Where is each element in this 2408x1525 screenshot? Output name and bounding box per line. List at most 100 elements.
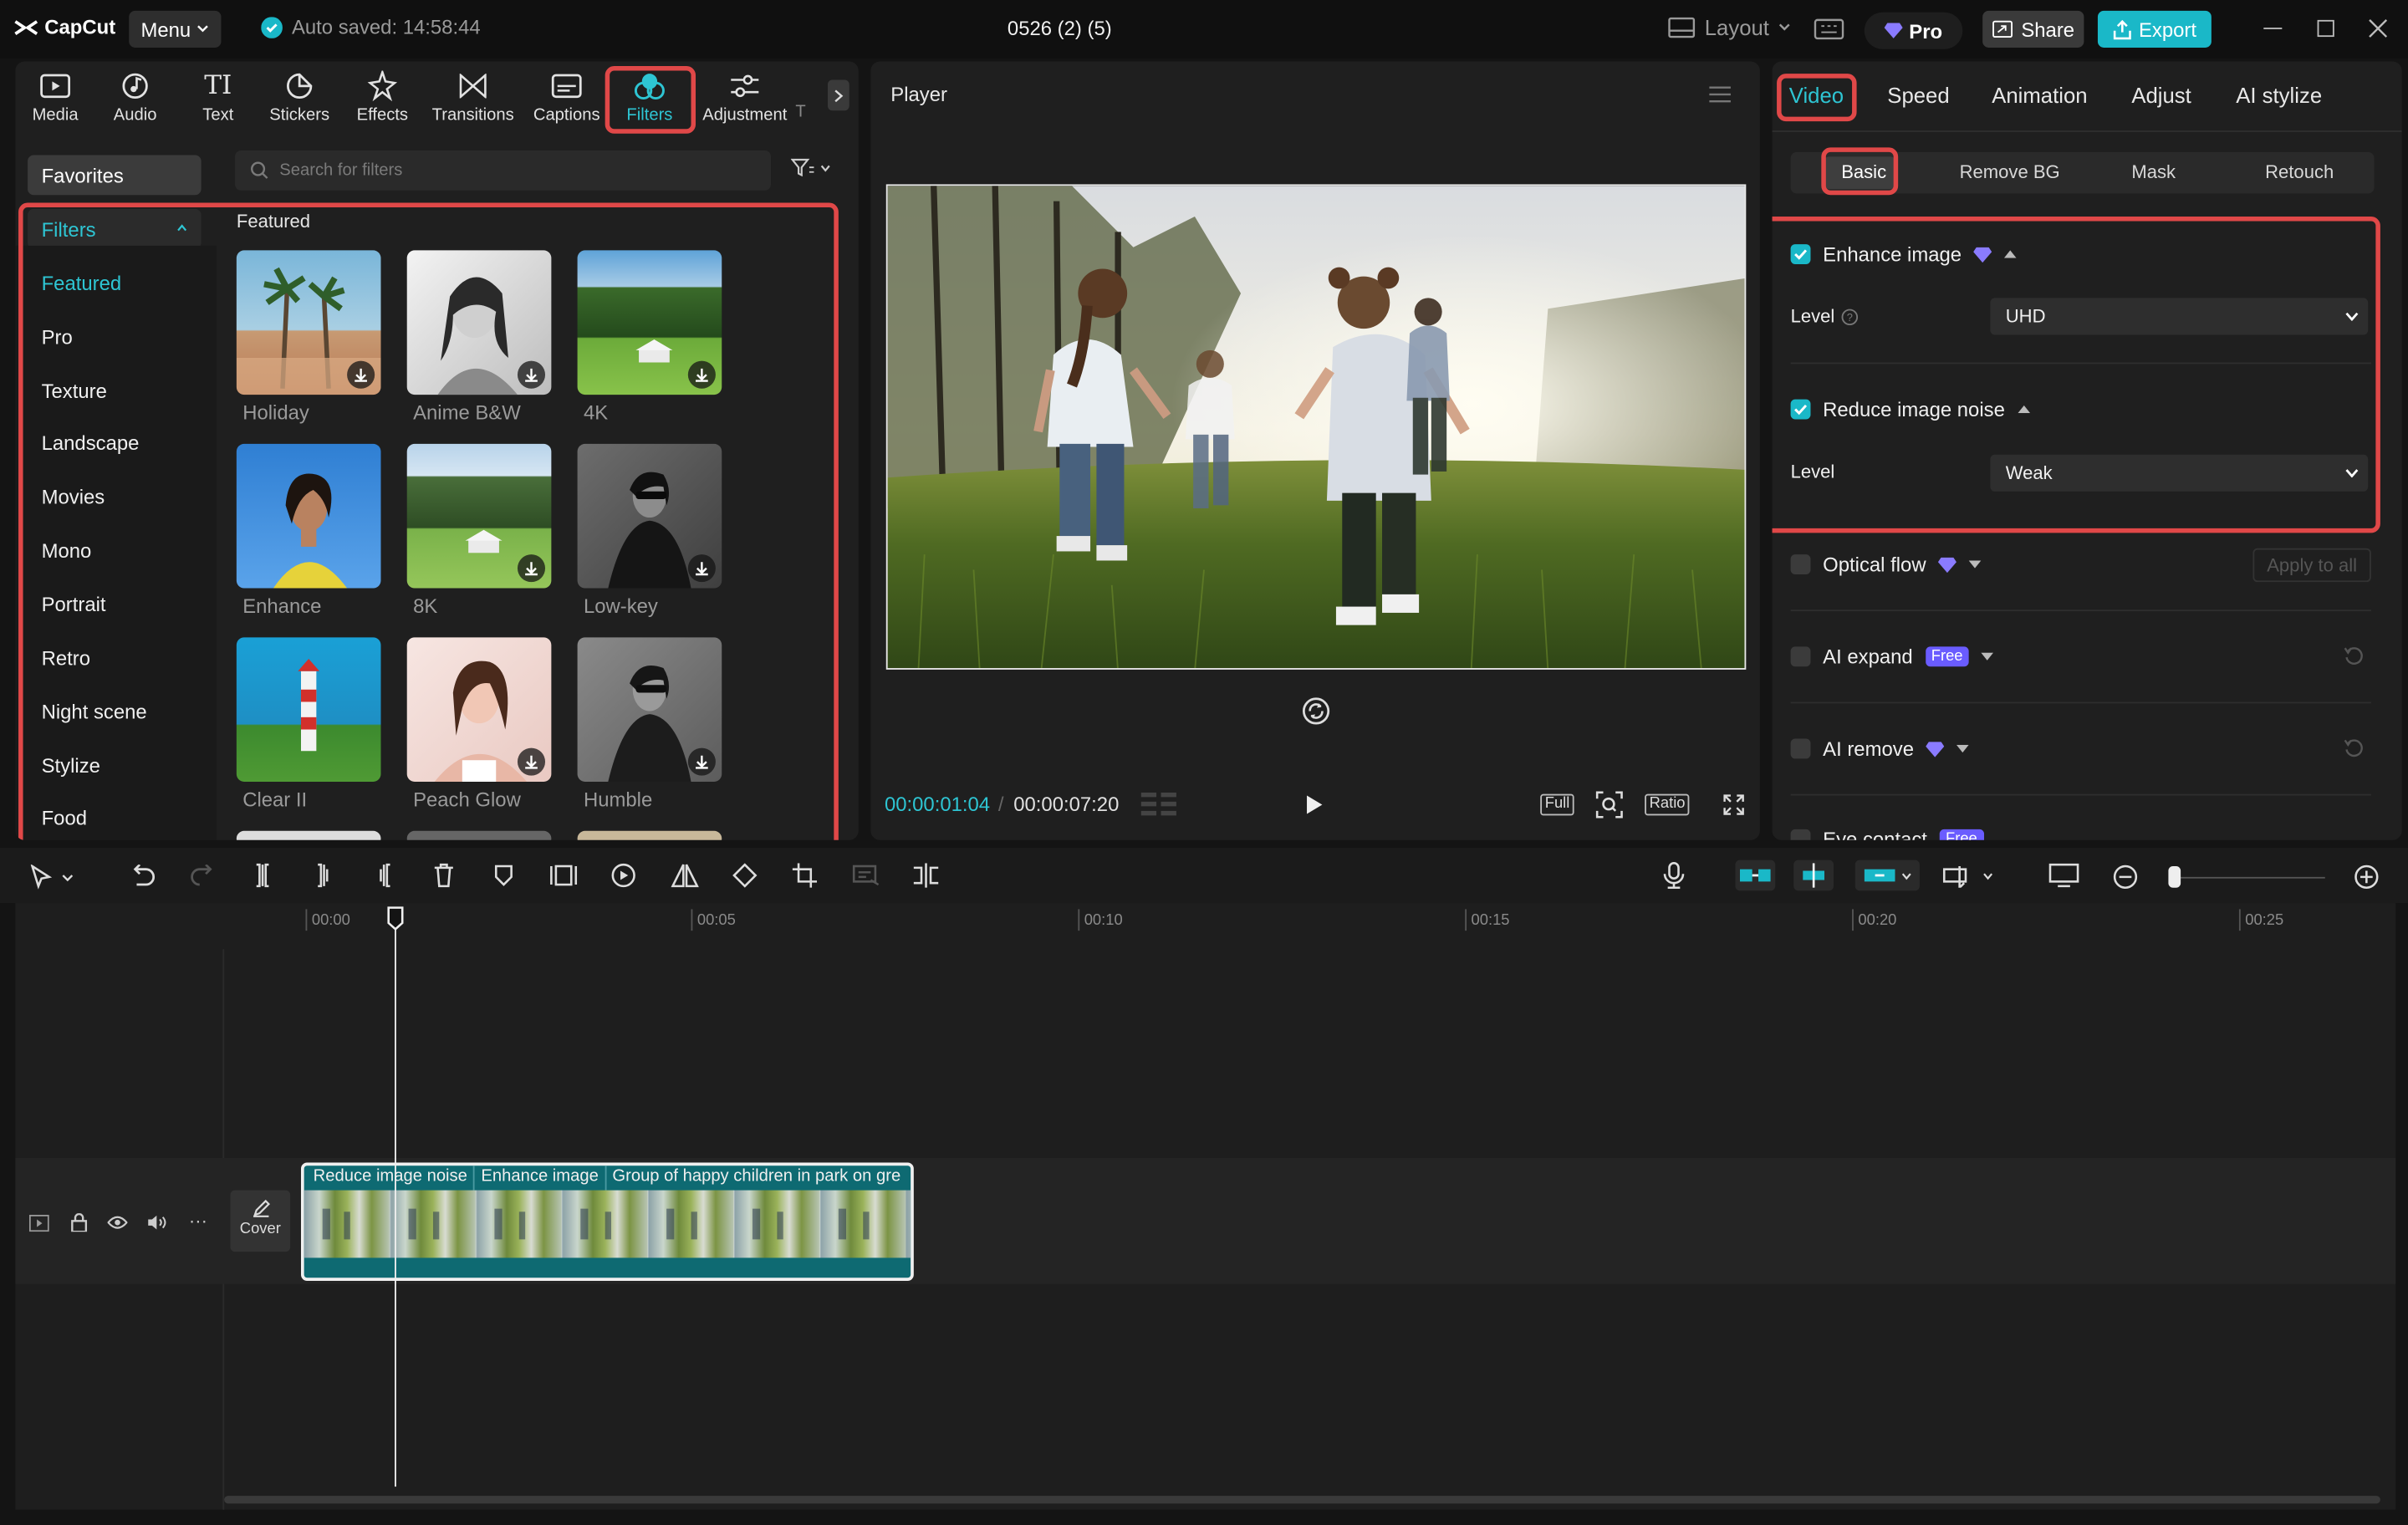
mark-icon[interactable] [493,863,515,887]
tab-ai-stylize[interactable]: AI stylize [2236,83,2322,107]
category-movies[interactable]: Movies [42,485,105,508]
filter-enhance-thumb[interactable] [236,443,381,589]
filter-sort-button[interactable] [790,158,831,177]
main-track-magnet-button[interactable] [1735,859,1776,891]
subtab-mask[interactable]: Mask [2131,161,2176,183]
help-icon[interactable]: ? [1840,308,1858,325]
subtab-remove-bg[interactable]: Remove BG [1960,161,2060,183]
share-button[interactable]: Share [1982,10,2084,48]
timeline-horizontal-scrollbar[interactable] [224,1496,2380,1504]
category-food[interactable]: Food [42,806,87,829]
auto-caption-icon[interactable] [852,865,880,886]
ratio-button[interactable]: Ratio [1645,793,1691,816]
enhance-level-select[interactable]: UHD [1990,298,2369,335]
apply-to-all-button[interactable]: Apply to all [2252,548,2371,583]
filter-peach-glow-thumb[interactable] [406,637,552,782]
favorites-button[interactable]: Favorites [28,155,202,196]
filters-category-header[interactable]: Filters [28,208,202,249]
freeze-icon[interactable] [550,865,578,886]
category-stylize[interactable]: Stylize [42,754,100,778]
filter-thumb-partial[interactable] [406,830,552,840]
caret-down-icon[interactable] [1956,744,1970,753]
speaker-icon[interactable] [147,1215,167,1230]
playhead-handle[interactable] [387,906,404,931]
download-icon[interactable] [517,360,546,389]
split-icon[interactable] [252,863,273,888]
maximize-icon[interactable] [2317,19,2334,38]
video-clip[interactable]: Reduce image noise Enhance image Group o… [300,1162,914,1281]
lock-icon[interactable] [70,1213,88,1232]
category-portrait[interactable]: Portrait [42,593,106,616]
replace-clip-icon[interactable] [912,863,940,888]
caret-down-icon[interactable] [1981,652,1994,660]
subtab-basic[interactable]: Basic [1841,161,1886,183]
download-icon[interactable] [687,360,716,389]
reset-icon[interactable] [2344,646,2364,666]
tab-text[interactable]: TI Text [176,69,259,124]
full-quality-button[interactable]: Full [1540,793,1574,816]
tab-captions[interactable]: Captions [525,69,608,125]
download-icon[interactable] [687,554,716,583]
zoom-fit-icon[interactable] [1595,791,1623,819]
zoom-slider-track[interactable] [2174,876,2325,879]
pro-button[interactable]: Pro [1864,12,1963,49]
timecode-grid-icon[interactable] [1140,792,1178,817]
category-night-scene[interactable]: Night scene [42,701,147,724]
tab-video[interactable]: Video [1789,83,1844,107]
tab-adjust[interactable]: Adjust [2131,83,2191,107]
split-right-icon[interactable] [373,863,395,888]
rotate-icon[interactable] [1302,697,1330,725]
eye-icon[interactable] [107,1215,128,1230]
ai-expand-checkbox[interactable] [1790,646,1811,667]
subtab-retouch[interactable]: Retouch [2265,161,2334,183]
tab-adjustment[interactable]: Adjustment [701,69,790,125]
download-icon[interactable] [517,747,546,776]
scroll-tabs-right-button[interactable] [827,79,849,111]
enhance-image-checkbox[interactable] [1790,244,1811,264]
tab-speed[interactable]: Speed [1887,83,1949,107]
noise-level-select[interactable]: Weak [1990,454,2369,492]
filter-4k-thumb[interactable] [577,250,722,395]
tab-filters[interactable]: Filters [608,69,691,125]
time-ruler[interactable]: 00:00 00:05 00:10 00:15 00:20 00:25 [305,903,2396,934]
preview-axis-button[interactable] [1942,863,1993,888]
filter-low-key-thumb[interactable] [577,443,722,589]
split-left-icon[interactable] [314,863,335,888]
filter-holiday-thumb[interactable] [236,250,381,395]
download-icon[interactable] [687,747,716,776]
undo-icon[interactable] [130,865,156,886]
reset-icon[interactable] [2344,739,2364,759]
zoom-out-icon[interactable] [2113,865,2138,890]
minimize-icon[interactable] [2263,28,2283,29]
download-icon[interactable] [347,360,375,389]
tab-transitions[interactable]: Transitions [431,69,514,125]
search-input[interactable]: Search for filters [235,150,772,191]
crop-icon[interactable] [792,863,818,888]
cover-button[interactable]: Cover [230,1190,291,1252]
microphone-icon[interactable] [1663,862,1685,890]
caret-down-icon[interactable] [1969,560,1982,569]
delete-icon[interactable] [433,863,455,888]
filter-thumb-partial[interactable] [577,830,722,840]
keyboard-shortcuts-icon[interactable] [1814,17,1844,41]
auto-snap-button[interactable] [1793,859,1834,891]
tab-more[interactable]: T [795,103,826,121]
menu-button[interactable]: Menu [129,10,222,48]
play-button[interactable] [1305,794,1324,816]
mirror-icon[interactable] [671,863,699,888]
rotate-icon[interactable] [732,863,758,888]
player-menu-icon[interactable] [1709,86,1731,103]
optical-flow-checkbox[interactable] [1790,554,1811,575]
tab-media[interactable]: Media [15,69,96,125]
category-featured[interactable]: Featured [42,272,122,295]
caret-up-icon[interactable] [2017,405,2030,414]
category-mono[interactable]: Mono [42,539,92,563]
reverse-play-icon[interactable] [611,863,635,888]
select-tool-button[interactable] [30,865,74,890]
category-landscape[interactable]: Landscape [42,431,140,455]
more-options-icon[interactable]: ··· [189,1210,207,1232]
category-pro[interactable]: Pro [42,325,73,349]
zoom-slider-thumb[interactable] [2168,866,2181,888]
filter-8k-thumb[interactable] [406,443,552,589]
category-retro[interactable]: Retro [42,646,90,670]
